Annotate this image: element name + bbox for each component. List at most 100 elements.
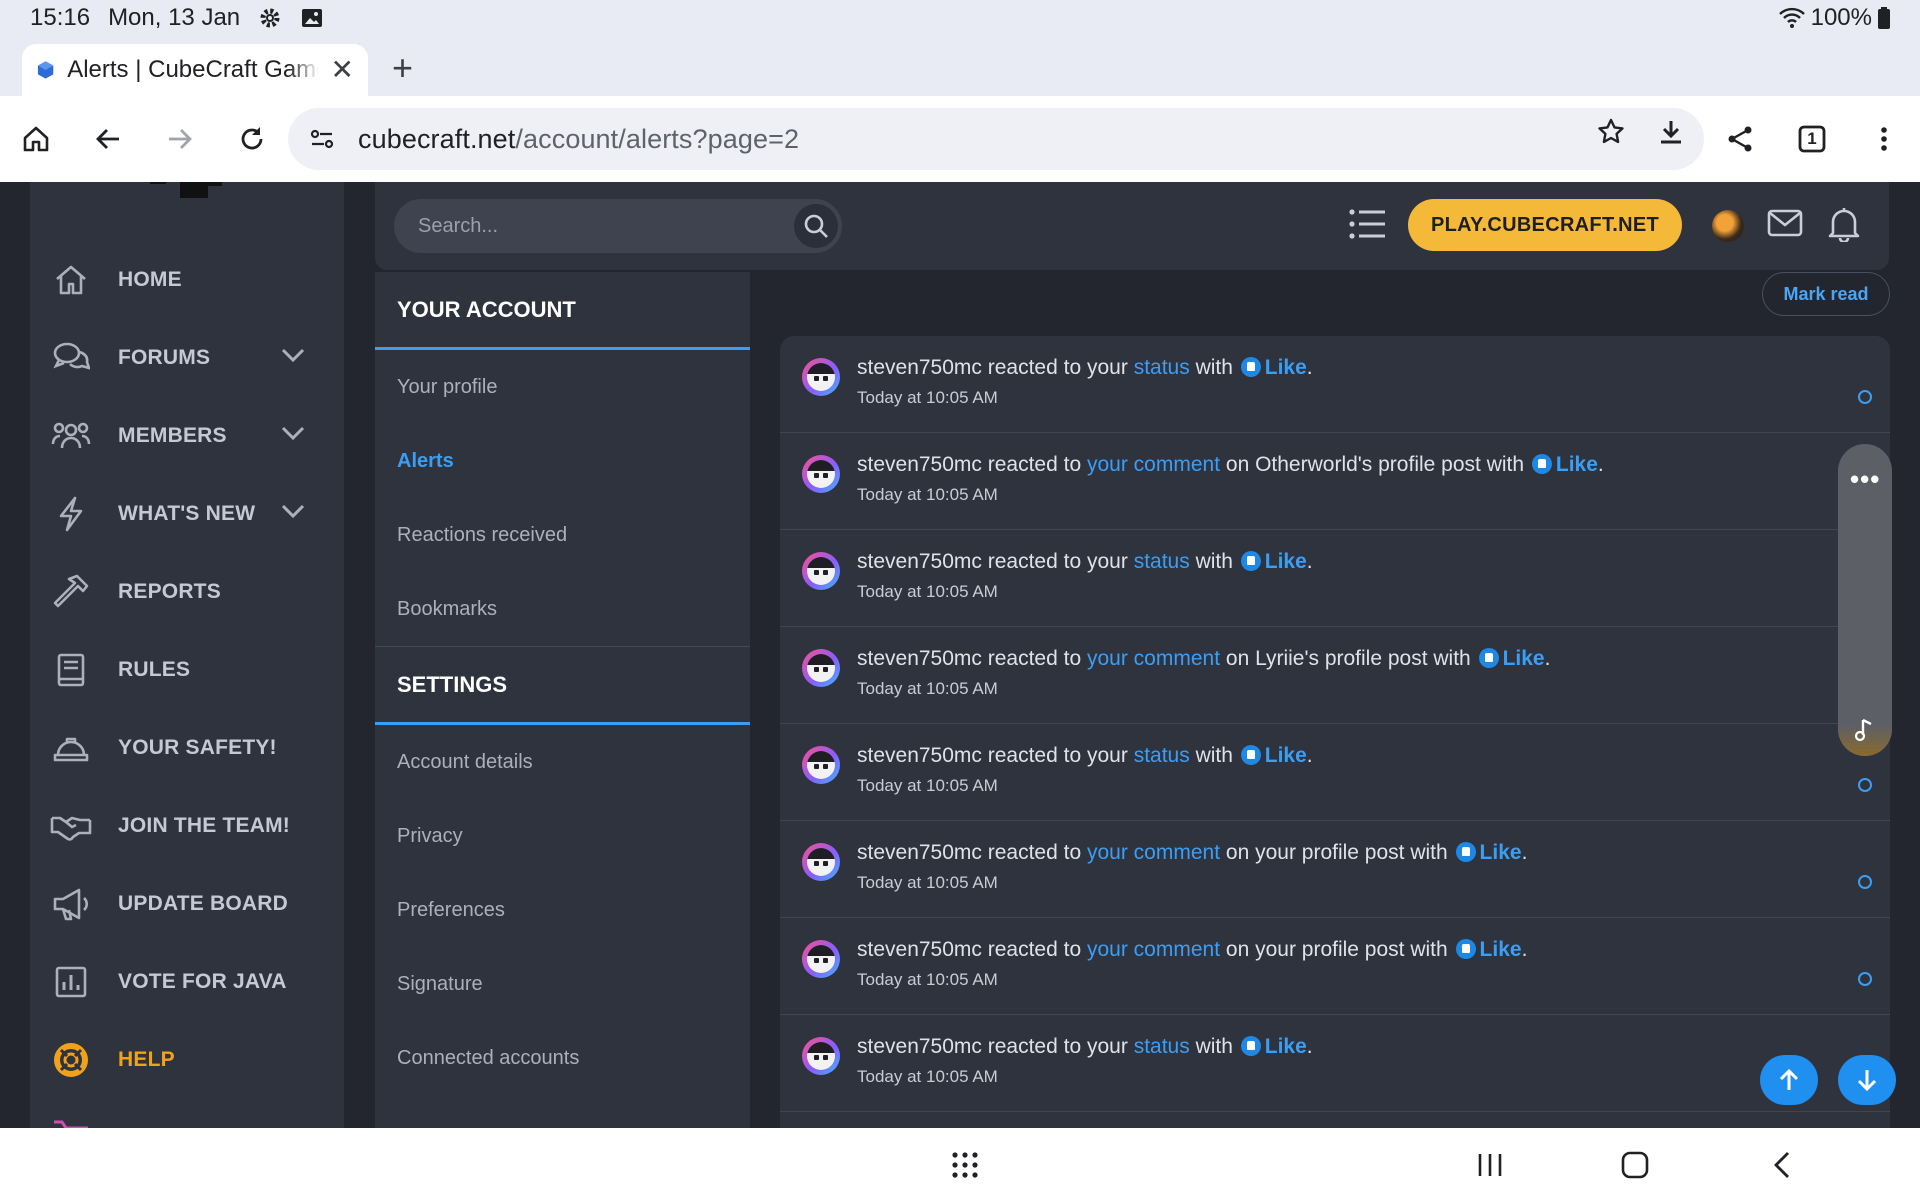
menu-item-connected-accounts[interactable]: Connected accounts (375, 1021, 750, 1095)
alert-reaction[interactable]: Like (1265, 550, 1307, 573)
alert-reaction[interactable]: Like (1480, 938, 1522, 961)
menu-item-bookmarks[interactable]: Bookmarks (375, 572, 750, 646)
sidebar-item-your-safety[interactable]: YOUR SAFETY! (50, 718, 340, 778)
menu-item-alerts[interactable]: Alerts (375, 424, 750, 498)
unread-indicator[interactable] (1858, 390, 1872, 404)
alert-reaction[interactable]: Like (1503, 647, 1545, 670)
menu-item-reactions-received[interactable]: Reactions received (375, 498, 750, 572)
alert-content-link[interactable]: your comment (1087, 453, 1220, 476)
close-tab-icon[interactable]: ✕ (331, 56, 354, 84)
alert-row[interactable]: steven750mc reacted to your comment on y… (780, 918, 1890, 1015)
alert-reaction[interactable]: Like (1265, 356, 1307, 379)
menu-item-account-details[interactable]: Account details (375, 725, 750, 799)
alert-reaction[interactable]: Like (1265, 1035, 1307, 1058)
mail-icon[interactable] (1767, 208, 1803, 238)
sidebar-item-whats-new[interactable]: WHAT'S NEW (50, 484, 340, 544)
chevron-down-icon[interactable] (280, 424, 306, 442)
alert-reaction[interactable]: Like (1265, 744, 1307, 767)
alert-username[interactable]: steven750mc (857, 550, 982, 573)
unread-indicator[interactable] (1858, 778, 1872, 792)
date: Mon, 13 Jan (108, 4, 241, 31)
chevron-down-icon[interactable] (280, 502, 306, 520)
scroll-thumb[interactable] (1838, 704, 1892, 756)
scroll-to-top-button[interactable] (1760, 1055, 1818, 1105)
share-button[interactable] (1718, 117, 1762, 161)
sidebar-item-forums[interactable]: FORUMS (50, 328, 340, 388)
avatar[interactable] (802, 843, 840, 881)
menu-item-signature[interactable]: Signature (375, 947, 750, 1021)
menu-button[interactable] (1862, 117, 1906, 161)
floating-scroll-panel[interactable]: ••• (1838, 444, 1892, 756)
alert-content-link[interactable]: status (1134, 744, 1190, 767)
tab-switcher-button[interactable]: 1 (1790, 117, 1834, 161)
scroll-to-bottom-button[interactable] (1838, 1055, 1896, 1105)
sidebar-item-help[interactable]: HELP (50, 1030, 340, 1090)
forward-button[interactable] (158, 117, 202, 161)
sidebar-item-join-the-team[interactable]: JOIN THE TEAM! (50, 796, 340, 856)
site-settings-icon[interactable] (308, 125, 336, 153)
play-server-button[interactable]: PLAY.CUBECRAFT.NET (1408, 199, 1682, 251)
avatar[interactable] (802, 649, 840, 687)
browser-tab[interactable]: Alerts | CubeCraft Games ✕ (22, 44, 368, 96)
avatar[interactable] (802, 358, 840, 396)
menu-item-your-profile[interactable]: Your profile (375, 350, 750, 424)
new-tab-icon[interactable]: + (392, 50, 413, 86)
sidebar-item-update-board[interactable]: UPDATE BOARD (50, 874, 340, 934)
alert-username[interactable]: steven750mc (857, 744, 982, 767)
alert-reaction[interactable]: Like (1556, 453, 1598, 476)
alert-row[interactable]: steven750mc reacted to your status with … (780, 530, 1890, 627)
alert-row[interactable]: steven750mc reacted to your comment on O… (780, 433, 1890, 530)
avatar[interactable] (802, 455, 840, 493)
unread-indicator[interactable] (1858, 875, 1872, 889)
alert-row[interactable]: steven750mc reacted to your comment on L… (780, 627, 1890, 724)
alert-username[interactable]: steven750mc (857, 453, 982, 476)
menu-item-privacy[interactable]: Privacy (375, 799, 750, 873)
menu-item-preferences[interactable]: Preferences (375, 873, 750, 947)
alert-content-link[interactable]: your comment (1087, 647, 1220, 670)
search-input[interactable]: Search... (394, 199, 842, 253)
bell-icon[interactable] (1827, 206, 1861, 242)
back-button[interactable] (86, 117, 130, 161)
avatar[interactable] (802, 746, 840, 784)
avatar[interactable] (802, 940, 840, 978)
app-drawer-icon[interactable] (950, 1150, 980, 1180)
alert-row[interactable]: steven750mc reacted to your status with … (780, 336, 1890, 433)
sidebar-item-reports[interactable]: REPORTS (50, 562, 340, 622)
alert-username[interactable]: steven750mc (857, 841, 982, 864)
back-nav-icon[interactable] (1770, 1150, 1794, 1180)
alert-reaction[interactable]: Like (1480, 841, 1522, 864)
alert-username[interactable]: steven750mc (857, 1035, 982, 1058)
url-text[interactable]: cubecraft.net/account/alerts?page=2 (358, 124, 799, 155)
unread-indicator[interactable] (1858, 972, 1872, 986)
alert-row[interactable]: steven750mc reacted to your status with … (780, 724, 1890, 821)
sidebar-item-vote-for-java[interactable]: VOTE FOR JAVA (50, 952, 340, 1012)
mark-read-button[interactable]: Mark read (1762, 272, 1890, 316)
avatar[interactable] (802, 552, 840, 590)
alert-content-link[interactable]: your comment (1087, 841, 1220, 864)
list-icon[interactable] (1347, 206, 1387, 242)
alert-content-link[interactable]: status (1134, 1035, 1190, 1058)
more-options-icon[interactable]: ••• (1850, 466, 1880, 492)
bookmark-star-icon[interactable] (1596, 117, 1626, 147)
chevron-down-icon[interactable] (280, 346, 306, 364)
reload-button[interactable] (230, 117, 274, 161)
search-button[interactable] (794, 204, 838, 248)
avatar[interactable] (802, 1037, 840, 1075)
home-nav-icon[interactable] (1620, 1150, 1650, 1180)
alert-content-link[interactable]: status (1134, 356, 1190, 379)
alert-row[interactable]: steven750mc reacted to your status with … (780, 1015, 1890, 1112)
alert-content-link[interactable]: your comment (1087, 938, 1220, 961)
alert-username[interactable]: steven750mc (857, 938, 982, 961)
recent-apps-icon[interactable] (1476, 1152, 1504, 1178)
home-button[interactable] (14, 117, 58, 161)
alert-username[interactable]: steven750mc (857, 356, 982, 379)
address-bar[interactable]: cubecraft.net/account/alerts?page=2 (288, 108, 1704, 170)
user-avatar[interactable] (1712, 210, 1744, 242)
sidebar-item-rules[interactable]: RULES (50, 640, 340, 700)
alert-username[interactable]: steven750mc (857, 647, 982, 670)
download-icon[interactable] (1656, 117, 1686, 147)
alert-content-link[interactable]: status (1134, 550, 1190, 573)
sidebar-item-home[interactable]: HOME (50, 250, 340, 310)
alert-row[interactable]: steven750mc reacted to your comment on y… (780, 821, 1890, 918)
sidebar-item-members[interactable]: MEMBERS (50, 406, 340, 466)
